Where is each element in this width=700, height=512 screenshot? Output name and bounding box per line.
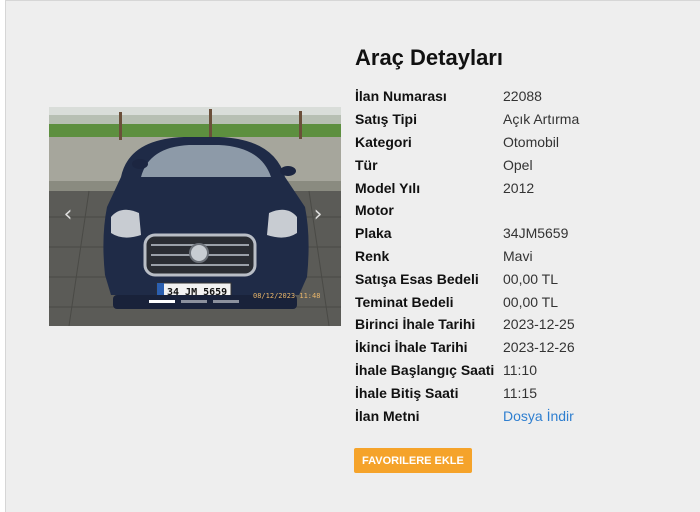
detail-value (503, 199, 579, 222)
detail-panel: 34 JM 5659 08/12/2023 11:48 ‹ › Araç Det… (5, 0, 700, 512)
detail-label: Teminat Bedeli (355, 293, 454, 310)
add-to-favorites-button[interactable]: FAVORILERE EKLE (354, 448, 472, 473)
detail-row-ihale-bitis-saati: İhale Bitiş Saati 11:15 (355, 381, 579, 404)
page-title: Araç Detayları (355, 45, 503, 70)
detail-label: İkinci İhale Tarihi (355, 339, 468, 356)
detail-row-model-yili: Model Yılı 2012 (355, 176, 579, 199)
detail-row-kategori: Kategori Otomobil (355, 131, 579, 154)
detail-value: 00,00 TL (503, 270, 559, 287)
detail-value: Dosya İndir (503, 404, 579, 427)
detail-row-tur: Tür Opel (355, 153, 579, 176)
detail-value: 2023-12-25 (503, 316, 575, 333)
detail-row-ilan-numarasi: İlan Numarası 22088 (355, 85, 579, 108)
detail-label: Motor (355, 202, 394, 219)
detail-value: Açık Artırma (503, 111, 580, 128)
detail-row-satisa-esas-bedeli: Satışa Esas Bedeli 00,00 TL (355, 267, 579, 290)
detail-label: Satış Tipi (355, 111, 417, 128)
detail-row-ilan-metni: İlan Metni Dosya İndir (355, 404, 579, 427)
vehicle-details-table: İlan Numarası 22088 Satış Tipi Açık Artı… (355, 85, 579, 427)
detail-value: 22088 (503, 88, 542, 105)
detail-value: Opel (503, 156, 533, 173)
detail-value: Otomobil (503, 133, 560, 150)
download-document-link[interactable]: Dosya İndir (503, 408, 574, 424)
detail-label: Tür (355, 156, 378, 173)
detail-label: Satışa Esas Bedeli (355, 270, 479, 287)
detail-row-ihale-baslangic-saati: İhale Başlangıç Saati 11:10 (355, 359, 579, 382)
detail-label: Birinci İhale Tarihi (355, 316, 476, 333)
detail-value: 34JM5659 (503, 225, 569, 242)
detail-label: İhale Başlangıç Saati (355, 361, 495, 378)
vehicle-photo-carousel[interactable]: 34 JM 5659 08/12/2023 11:48 ‹ › (49, 107, 341, 326)
detail-label: İlan Metni (355, 407, 420, 424)
carousel-indicator[interactable] (213, 300, 239, 303)
carousel-indicator[interactable] (149, 300, 175, 303)
detail-label: İhale Bitiş Saati (355, 384, 459, 401)
detail-value: 11:10 (503, 361, 537, 378)
detail-row-birinci-ihale-tarihi: Birinci İhale Tarihi 2023-12-25 (355, 313, 579, 336)
carousel-indicators (149, 300, 239, 304)
detail-label: Kategori (355, 133, 412, 150)
detail-label: Plaka (355, 225, 392, 242)
carousel-next-icon[interactable]: › (309, 203, 327, 227)
detail-row-ikinci-ihale-tarihi: İkinci İhale Tarihi 2023-12-26 (355, 336, 579, 359)
detail-row-satis-tipi: Satış Tipi Açık Artırma (355, 108, 579, 131)
detail-label: İlan Numarası (355, 88, 447, 105)
detail-value: 2023-12-26 (503, 339, 575, 356)
carousel-indicator[interactable] (181, 300, 207, 303)
detail-row-motor: Motor (355, 199, 579, 222)
detail-label: Renk (355, 247, 390, 264)
carousel-prev-icon[interactable]: ‹ (59, 203, 77, 227)
detail-value: 2012 (503, 179, 535, 196)
detail-value: 00,00 TL (503, 293, 559, 310)
detail-row-plaka: Plaka 34JM5659 (355, 222, 579, 245)
detail-row-renk: Renk Mavi (355, 245, 579, 268)
detail-value: 11:15 (503, 384, 537, 401)
detail-row-teminat-bedeli: Teminat Bedeli 00,00 TL (355, 290, 579, 313)
detail-label: Model Yılı (355, 179, 421, 196)
photo-timestamp: 08/12/2023 11:48 (253, 292, 321, 300)
detail-value: Mavi (503, 247, 533, 264)
